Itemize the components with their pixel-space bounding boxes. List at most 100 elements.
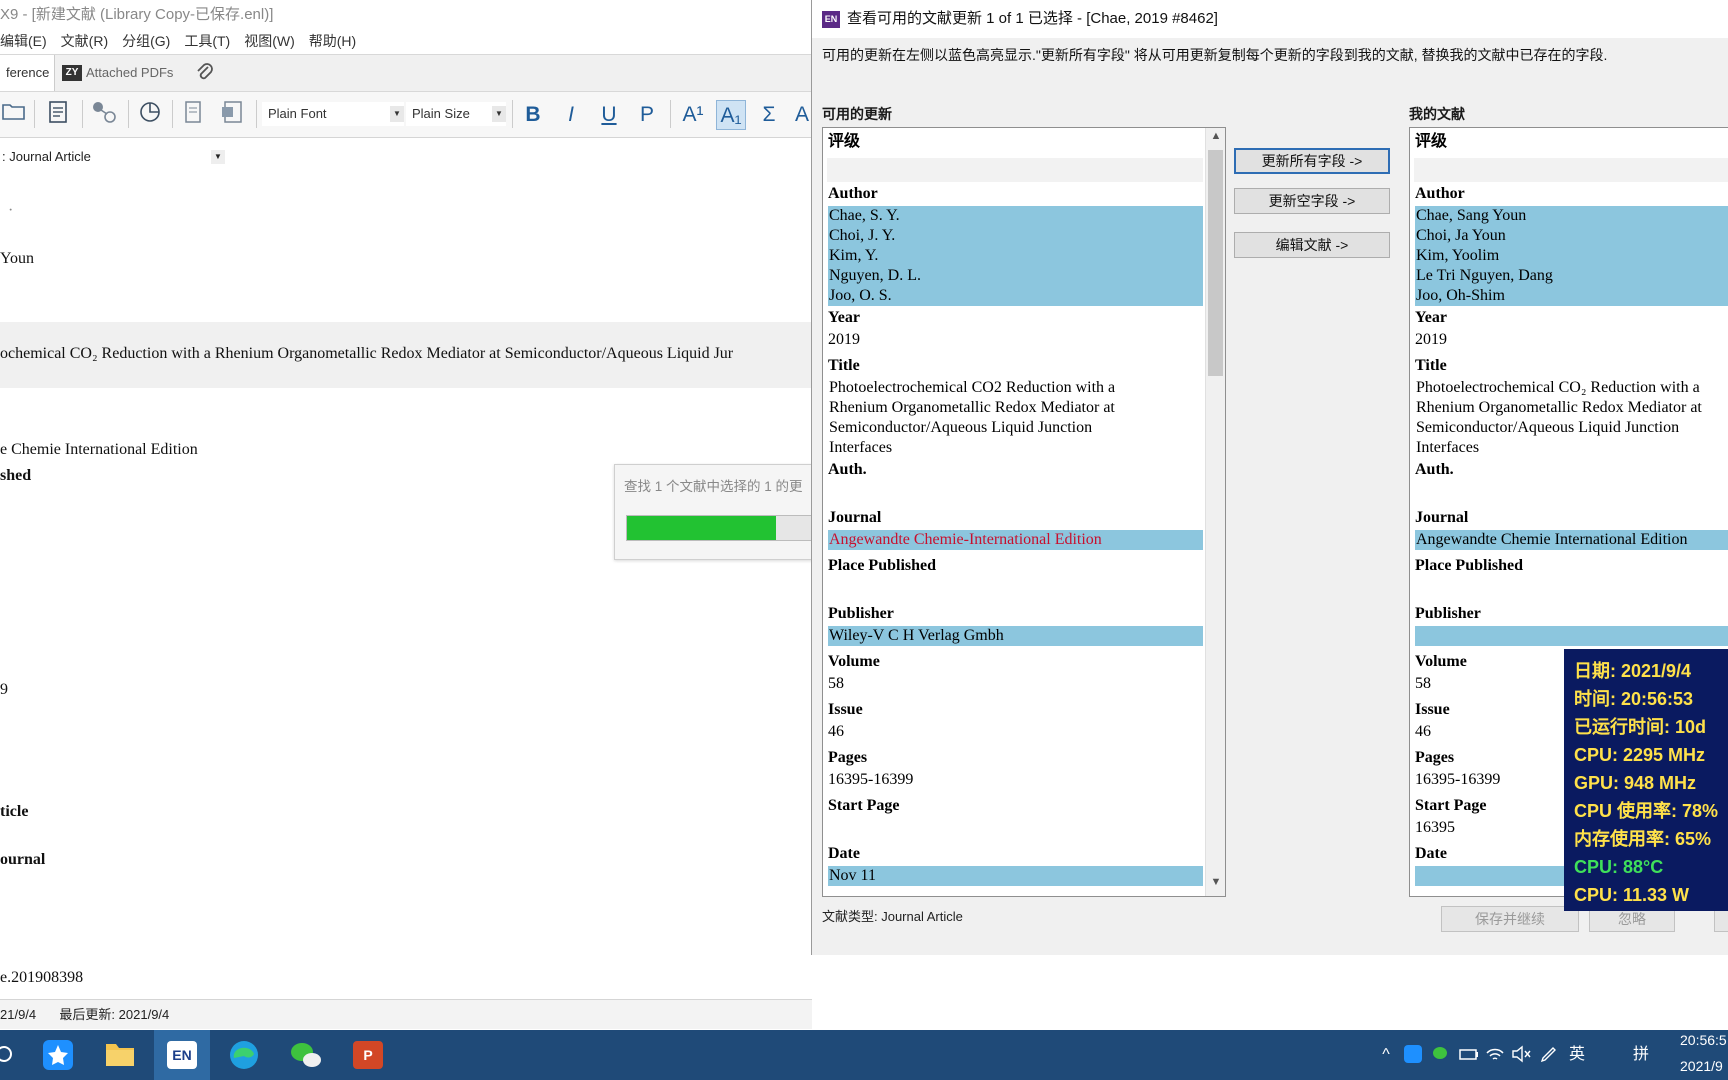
title-value[interactable]: Photoelectrochemical CO₂ Reduction with … xyxy=(1414,378,1728,458)
dialog-title: 查看可用的文献更新 1 of 1 已选择 - [Chae, 2019 #8462… xyxy=(847,10,1218,27)
scrollbar-thumb[interactable] xyxy=(1208,150,1223,376)
document-list-icon[interactable] xyxy=(44,100,72,128)
menu-edit[interactable]: 编辑(E) xyxy=(0,30,55,54)
ime-language-indicator[interactable]: 英 xyxy=(1566,1044,1588,1066)
year-value[interactable]: 2019 xyxy=(1414,330,1728,354)
journal-field-fragment[interactable]: e Chemie International Edition xyxy=(0,441,198,459)
tab-attached-pdfs[interactable]: ZY Attached PDFs xyxy=(56,55,182,91)
monitor-gpu-frequency: GPU: 948 MHz xyxy=(1574,773,1697,793)
word-document-icon[interactable] xyxy=(218,100,246,128)
author-label: Author xyxy=(828,185,878,202)
author-value[interactable]: Chae, Sang Youn Choi, Ja Youn Kim, Yooli… xyxy=(1414,206,1728,306)
font-select[interactable]: Plain Font ▼ xyxy=(262,102,404,126)
author-label: Author xyxy=(1415,185,1465,202)
journal-value[interactable]: Angewandte Chemie International Edition xyxy=(1414,530,1728,554)
taskbar-clock-time[interactable]: 20:56:5 xyxy=(1680,1032,1727,1048)
battery-icon[interactable] xyxy=(1458,1044,1480,1066)
author-value[interactable]: Chae, S. Y. Choi, J. Y. Kim, Y. Nguyen, … xyxy=(827,206,1203,306)
open-folder-icon[interactable] xyxy=(0,100,28,128)
title-value[interactable]: Photoelectrochemical CO2 Reduction with … xyxy=(827,378,1203,458)
title-line: Semiconductor/Aqueous Liquid Junction xyxy=(1416,419,1680,436)
issue-value[interactable]: 46 xyxy=(827,722,1203,746)
reference-type-select[interactable]: : Journal Article ▼ xyxy=(0,146,225,168)
menu-view[interactable]: 视图(W) xyxy=(244,30,303,54)
place-published-label: Place Published xyxy=(828,557,937,574)
place-published-value[interactable] xyxy=(1414,578,1728,602)
scroll-down-icon[interactable]: ▼ xyxy=(1206,876,1225,894)
pen-icon[interactable] xyxy=(1538,1044,1560,1066)
italic-button[interactable]: I xyxy=(556,100,586,130)
update-all-fields-button[interactable]: 更新所有字段 -> xyxy=(1234,148,1390,174)
progress-bar xyxy=(626,515,826,541)
available-updates-label: 可用的更新 xyxy=(822,106,892,122)
rating-value[interactable] xyxy=(1414,158,1728,182)
ime-mode-indicator[interactable]: 拼 xyxy=(1630,1044,1652,1066)
size-select[interactable]: Plain Size ▼ xyxy=(406,102,506,126)
volume-muted-icon[interactable] xyxy=(1510,1044,1532,1066)
pinned-app-star-icon[interactable] xyxy=(30,1030,86,1080)
auth-address-value[interactable] xyxy=(827,482,1203,506)
start-page-value[interactable] xyxy=(827,818,1203,842)
monitor-time: 时间: 20:56:53 xyxy=(1574,689,1694,709)
paperclip-icon[interactable] xyxy=(188,55,222,91)
journal-value[interactable]: Angewandte Chemie-International Edition xyxy=(827,530,1203,554)
wifi-icon[interactable] xyxy=(1484,1044,1506,1066)
place-published-value[interactable] xyxy=(827,578,1203,602)
link-nodes-icon[interactable] xyxy=(90,100,118,128)
search-icon[interactable] xyxy=(0,1030,18,1080)
available-panel-scrollbar[interactable]: ▲ ▼ xyxy=(1205,128,1225,896)
rating-value[interactable] xyxy=(827,158,1203,182)
available-updates-panel[interactable]: 评级 Author Chae, S. Y. Choi, J. Y. Kim, Y… xyxy=(822,127,1226,897)
menu-groups[interactable]: 分组(G) xyxy=(122,30,178,54)
tab-attached-pdfs-label: Attached PDFs xyxy=(86,65,174,80)
volume-label: Volume xyxy=(828,653,880,670)
author-line: Chae, Sang Youn xyxy=(1415,206,1728,226)
publisher-value[interactable]: Wiley-V C H Verlag Gmbh xyxy=(827,626,1203,650)
auth-address-value[interactable] xyxy=(1414,482,1728,506)
year-value[interactable]: 2019 xyxy=(827,330,1203,354)
pinned-app-tray-icon[interactable] xyxy=(1402,1044,1424,1066)
file-explorer-icon[interactable] xyxy=(92,1030,148,1080)
powerpoint-taskbar-button[interactable]: P xyxy=(340,1030,396,1080)
edit-document-icon[interactable] xyxy=(180,100,208,128)
symbol-button[interactable]: Σ xyxy=(754,100,784,130)
author-field-fragment[interactable]: Youn xyxy=(0,250,34,268)
plain-button[interactable]: P xyxy=(632,100,662,130)
date-value[interactable]: Nov 11 xyxy=(827,866,1203,890)
edit-reference-button[interactable]: 编辑文献 -> xyxy=(1234,232,1390,258)
title-field-fragment[interactable]: ochemical CO₂ Reduction with a Rhenium O… xyxy=(0,345,733,363)
endnote-taskbar-button[interactable]: EN xyxy=(154,1030,210,1080)
bold-button[interactable]: B xyxy=(518,100,548,130)
journal-label: Journal xyxy=(828,509,882,526)
publisher-value[interactable] xyxy=(1414,626,1728,650)
doi-field-fragment[interactable]: e.201908398 xyxy=(0,969,83,987)
place-published-label: shed xyxy=(0,467,32,484)
dialog-title-bar[interactable]: 查看可用的文献更新 1 of 1 已选择 - [Chae, 2019 #8462… xyxy=(812,0,1728,38)
pie-chart-icon[interactable] xyxy=(136,100,164,128)
wechat-icon[interactable] xyxy=(278,1030,334,1080)
text-style-button[interactable]: A xyxy=(792,100,812,130)
superscript-button[interactable]: A¹ xyxy=(678,100,708,130)
update-empty-fields-button[interactable]: 更新空字段 -> xyxy=(1234,188,1390,214)
tab-reference[interactable]: ference xyxy=(0,55,55,91)
subscript-button[interactable]: A₁ xyxy=(716,100,746,130)
scroll-up-icon[interactable]: ▲ xyxy=(1206,130,1225,148)
year-field-fragment[interactable]: 9 xyxy=(0,681,8,699)
progress-bar-fill xyxy=(627,516,776,540)
volume-value[interactable]: 58 xyxy=(827,674,1203,698)
menu-tools[interactable]: 工具(T) xyxy=(184,30,238,54)
my-reference-label: 我的文献 xyxy=(1409,106,1465,122)
title-line: Interfaces xyxy=(829,439,893,456)
menu-help[interactable]: 帮助(H) xyxy=(309,30,364,54)
pages-value[interactable]: 16395-16399 xyxy=(827,770,1203,794)
show-hidden-icons-chevron-icon[interactable]: ^ xyxy=(1376,1044,1396,1066)
panel-tab-strip: ference ZY Attached PDFs xyxy=(0,54,812,92)
underline-button[interactable]: U xyxy=(594,100,624,130)
edge-browser-icon[interactable] xyxy=(216,1030,272,1080)
author-line: Kim, Y. xyxy=(828,246,1203,266)
taskbar-clock-date[interactable]: 2021/9 xyxy=(1680,1058,1723,1074)
wechat-tray-icon[interactable] xyxy=(1430,1044,1452,1066)
title-line: Interfaces xyxy=(1416,439,1480,456)
menu-references[interactable]: 文献(R) xyxy=(61,30,116,54)
save-and-continue-button[interactable]: 保存并继续 xyxy=(1441,906,1579,932)
